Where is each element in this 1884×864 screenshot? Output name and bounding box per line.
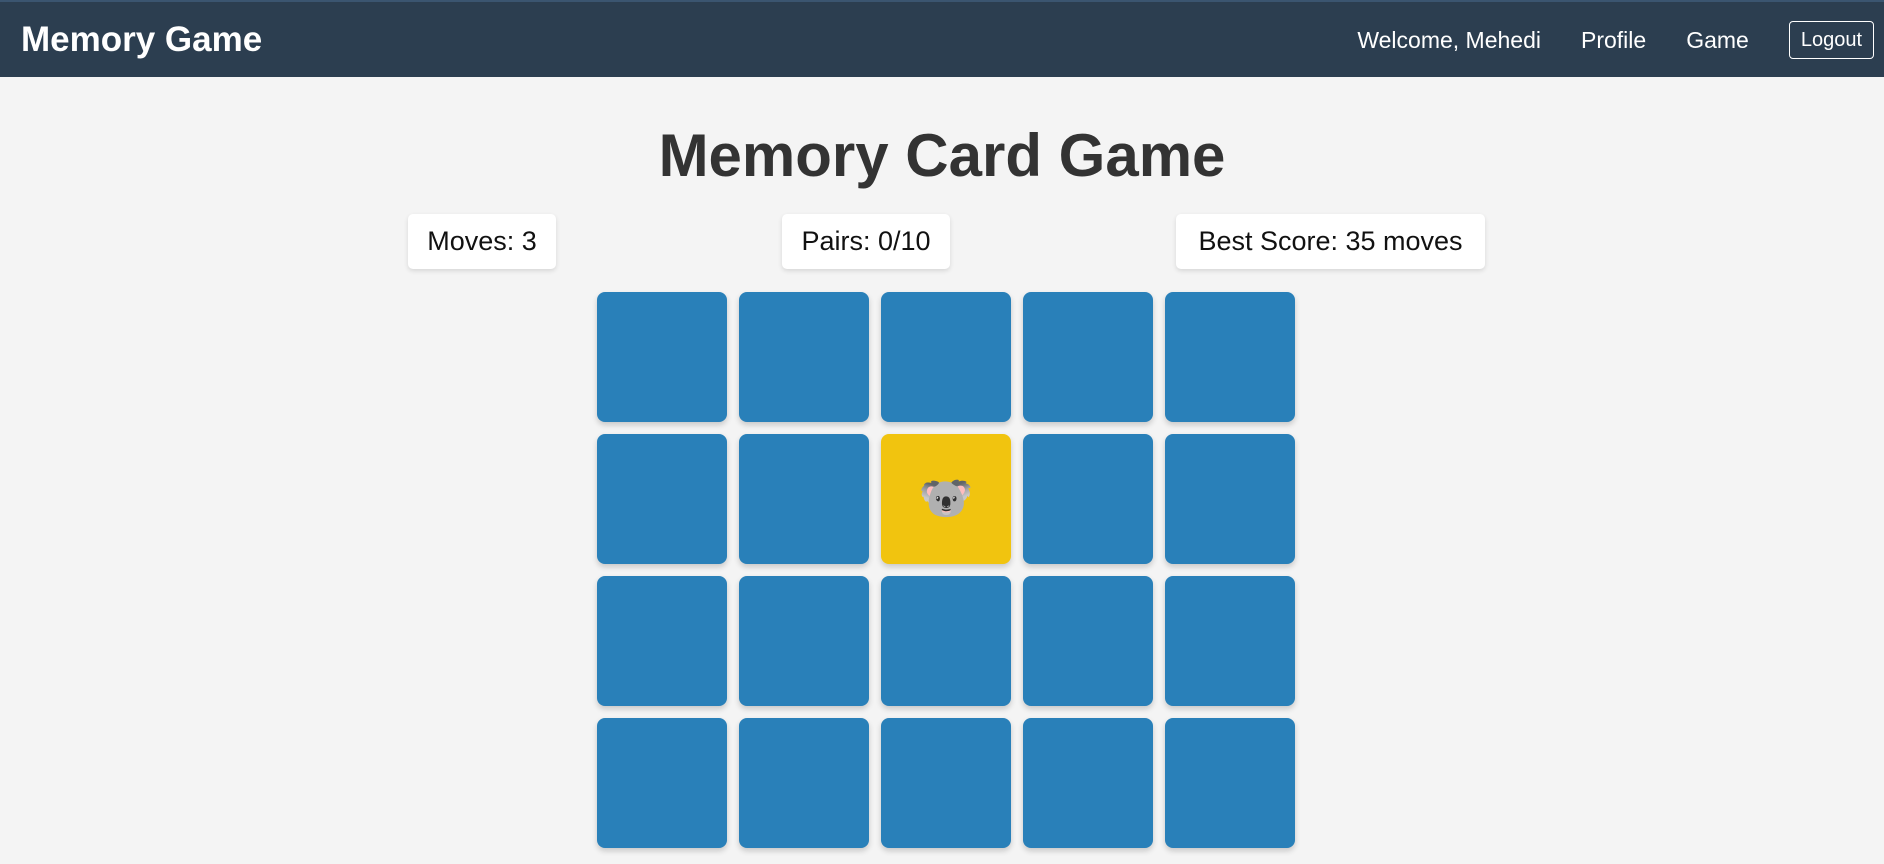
game-board: 🐨 <box>597 292 1295 848</box>
nav-menu: Welcome, Mehedi Profile Game Logout <box>1357 21 1874 59</box>
memory-card[interactable] <box>1165 292 1295 422</box>
nav-link-profile[interactable]: Profile <box>1581 27 1646 54</box>
memory-card[interactable] <box>1165 576 1295 706</box>
logout-button[interactable]: Logout <box>1788 21 1874 59</box>
memory-card[interactable] <box>881 576 1011 706</box>
brand-title[interactable]: Memory Game <box>21 20 262 60</box>
nav-link-game[interactable]: Game <box>1686 27 1749 54</box>
memory-card[interactable] <box>739 434 869 564</box>
navbar: Memory Game Welcome, Mehedi Profile Game… <box>0 0 1884 77</box>
memory-card[interactable] <box>1023 434 1153 564</box>
memory-card[interactable] <box>1023 576 1153 706</box>
memory-card[interactable] <box>1165 718 1295 848</box>
memory-card[interactable] <box>597 434 727 564</box>
memory-card[interactable] <box>1023 718 1153 848</box>
page-title: Memory Card Game <box>658 122 1226 189</box>
memory-card[interactable] <box>597 292 727 422</box>
memory-card[interactable] <box>1023 292 1153 422</box>
memory-card[interactable] <box>597 576 727 706</box>
memory-card[interactable] <box>881 292 1011 422</box>
memory-card[interactable] <box>739 576 869 706</box>
pairs-counter: Pairs: 0/10 <box>782 214 950 269</box>
memory-card[interactable] <box>597 718 727 848</box>
memory-card[interactable]: 🐨 <box>881 434 1011 564</box>
welcome-text: Welcome, Mehedi <box>1357 26 1541 53</box>
moves-counter: Moves: 3 <box>408 214 556 269</box>
memory-card[interactable] <box>739 718 869 848</box>
best-score: Best Score: 35 moves <box>1176 214 1485 269</box>
memory-card[interactable] <box>1165 434 1295 564</box>
memory-card[interactable] <box>881 718 1011 848</box>
memory-card[interactable] <box>739 292 869 422</box>
koala-icon: 🐨 <box>918 473 974 524</box>
